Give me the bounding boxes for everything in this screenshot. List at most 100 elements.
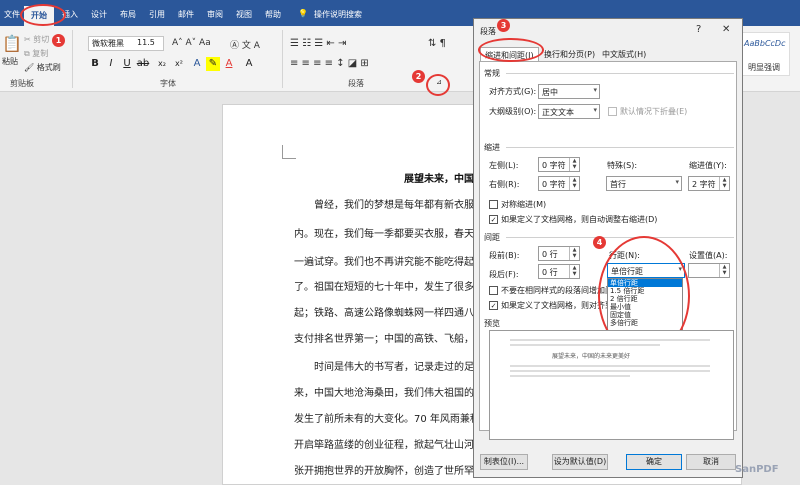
alignment-select[interactable]: 居中 ▾: [538, 84, 600, 99]
preview-line: [510, 375, 630, 377]
superscript-icon[interactable]: x²: [172, 57, 186, 71]
bullets-icon[interactable]: ☰ ☷ ☰ ⇤ ⇥: [290, 38, 346, 49]
format-painter-label: 格式刷: [36, 63, 61, 72]
paste-icon[interactable]: 📋: [2, 34, 22, 53]
spinner-arrows-icon[interactable]: ▲ ▼: [719, 177, 729, 190]
spinner-arrows-icon[interactable]: ▲ ▼: [569, 247, 579, 260]
chevron-down-icon: ▾: [675, 178, 679, 186]
spinner-arrows-icon[interactable]: ▲ ▼: [569, 177, 579, 190]
close-icon[interactable]: ✕: [722, 24, 730, 35]
indent-by-value: 2 字符: [692, 180, 716, 189]
tab-help[interactable]: 帮助: [265, 9, 281, 20]
highlight-icon[interactable]: ✎: [206, 57, 220, 71]
font-size-combo[interactable]: 11.5: [134, 36, 164, 51]
document-line: 发生了前所未有的大变化。70 年风雨兼程: [294, 414, 480, 425]
document-line: 支付排名世界第一；中国的高铁、飞船，: [294, 334, 474, 345]
subscript-icon[interactable]: x₂: [155, 57, 169, 71]
right-indent-value: 0 字符: [542, 180, 566, 189]
snap-to-grid-checkbox[interactable]: ✓: [489, 301, 498, 310]
sort-icon[interactable]: ⇅ ¶: [428, 38, 446, 49]
document-line: 张开拥抱世界的开放胸怀，创造了世所罕: [294, 466, 474, 477]
left-indent-spinner[interactable]: 0 字符 ▲ ▼: [538, 157, 580, 172]
tab-asian-typography[interactable]: 中文版式(H): [598, 47, 650, 61]
tab-view[interactable]: 视图: [236, 9, 252, 20]
tab-layout[interactable]: 布局: [120, 9, 136, 20]
spinner-arrows-icon[interactable]: ▲ ▼: [569, 265, 579, 278]
grow-font-icon[interactable]: A˄ A˅ Aa: [172, 38, 211, 48]
document-line: 时间是伟大的书写者，记录走过的足: [314, 362, 474, 373]
tab-file[interactable]: 文件: [4, 9, 20, 20]
text-effect-icon[interactable]: A: [190, 57, 204, 71]
special-indent-select[interactable]: 首行 ▾: [606, 176, 682, 191]
mirror-indent-checkbox[interactable]: [489, 200, 498, 209]
copy-button[interactable]: ⧉ 复制: [24, 48, 48, 59]
general-heading: 常规: [484, 69, 500, 78]
italic-icon[interactable]: I: [104, 57, 118, 71]
mirror-indent-label: 对称缩进(M): [501, 200, 547, 209]
document-title: 展望未来，中国: [404, 174, 474, 185]
bold-icon[interactable]: B: [88, 57, 102, 71]
divider: [506, 147, 734, 148]
strikethrough-icon[interactable]: ab: [136, 57, 150, 71]
underline-icon[interactable]: U: [120, 57, 134, 71]
collapsed-checkbox[interactable]: [608, 107, 617, 116]
space-after-label: 段后(F):: [489, 270, 519, 279]
help-icon[interactable]: ?: [696, 24, 701, 35]
special-indent-value: 首行: [610, 180, 626, 189]
document-line: 起；铁路、高速公路像蜘蛛网一样四通八: [294, 308, 474, 319]
chevron-down-icon: ▾: [593, 106, 597, 114]
alignment-value: 居中: [542, 88, 558, 97]
space-after-spinner[interactable]: 0 行 ▲ ▼: [538, 264, 580, 279]
clipboard-group-label: 剪贴板: [10, 79, 34, 88]
cut-label: 剪切: [33, 35, 50, 44]
paragraph-group-label: 段落: [348, 79, 364, 88]
paste-button[interactable]: 粘贴: [2, 56, 18, 67]
at-spinner[interactable]: ▲ ▼: [688, 263, 730, 278]
highlight-ring: [426, 74, 450, 96]
indent-heading: 缩进: [484, 143, 500, 152]
cancel-button[interactable]: 取消: [686, 454, 736, 470]
clear-format-icon[interactable]: Ⓐ 文 A: [230, 38, 260, 51]
tab-line-page-breaks[interactable]: 换行和分页(P): [540, 47, 599, 61]
cut-button[interactable]: ✂ 剪切: [24, 34, 49, 45]
spinner-arrows-icon[interactable]: ▲ ▼: [569, 158, 579, 171]
margin-corner-mark: [282, 145, 296, 159]
tell-me-search[interactable]: 操作说明搜索: [314, 9, 362, 20]
document-line: 内。现在，我们每一季都要买衣服，春天: [294, 229, 474, 240]
spinner-arrows-icon[interactable]: ▲ ▼: [719, 264, 729, 277]
chevron-down-icon: ▾: [593, 86, 597, 94]
collapsed-label: 默认情况下折叠(E): [620, 107, 688, 116]
divider: [506, 73, 734, 74]
set-default-button[interactable]: 设为默认值(D): [552, 454, 608, 470]
outline-level-label: 大纲级别(O):: [489, 107, 537, 116]
tab-design[interactable]: 设计: [91, 9, 107, 20]
indent-by-spinner[interactable]: 2 字符 ▲ ▼: [688, 176, 730, 191]
alignment-label: 对齐方式(G):: [489, 87, 537, 96]
ok-button[interactable]: 确定: [626, 454, 682, 470]
tab-mailings[interactable]: 邮件: [178, 9, 194, 20]
lightbulb-icon: 💡: [298, 9, 308, 18]
right-indent-spinner[interactable]: 0 字符 ▲ ▼: [538, 176, 580, 191]
no-space-same-style-checkbox[interactable]: [489, 286, 498, 295]
space-after-value: 0 行: [542, 268, 558, 277]
format-painter-button[interactable]: 🖌 格式刷: [24, 62, 61, 73]
space-before-value: 0 行: [542, 250, 558, 259]
dialog-title: 段落: [480, 27, 496, 36]
space-before-spinner[interactable]: 0 行 ▲ ▼: [538, 246, 580, 261]
tabs-button[interactable]: 制表位(I)...: [480, 454, 528, 470]
font-group-label: 字体: [160, 79, 176, 88]
font-color-icon[interactable]: A: [222, 57, 236, 71]
indent-by-label: 缩进值(Y):: [689, 161, 727, 170]
document-line: 开启筚路蓝缕的创业征程，掀起气壮山河: [294, 440, 474, 451]
tab-review[interactable]: 审阅: [207, 9, 223, 20]
char-shading-icon[interactable]: A: [242, 57, 256, 71]
divider: [506, 237, 734, 238]
preview-heading: 预览: [484, 319, 500, 328]
watermark: SanPDF: [735, 464, 779, 475]
auto-right-indent-checkbox[interactable]: ✓: [489, 215, 498, 224]
align-icons[interactable]: ≡ ≡ ≡ ≡ ↕ ◪ ⊞: [290, 58, 369, 69]
outline-level-select[interactable]: 正文文本 ▾: [538, 104, 600, 119]
left-indent-value: 0 字符: [542, 161, 566, 170]
tab-references[interactable]: 引用: [149, 9, 165, 20]
divider: [72, 30, 73, 88]
